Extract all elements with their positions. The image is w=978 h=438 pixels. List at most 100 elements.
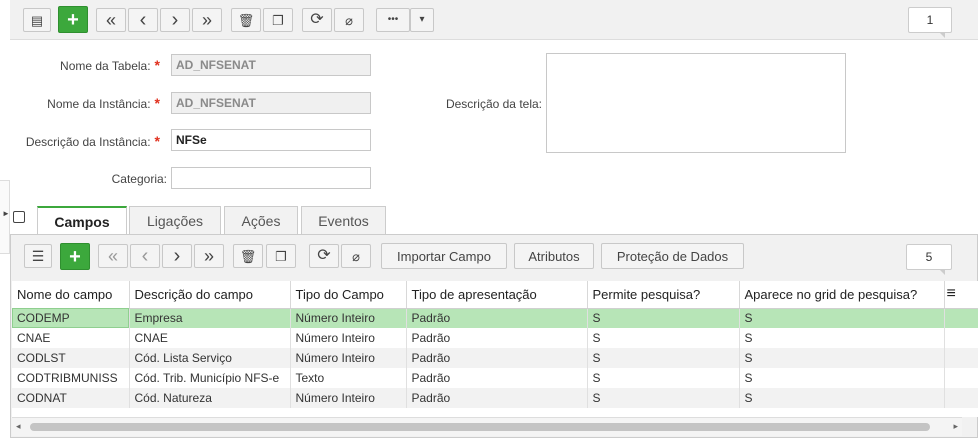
cell[interactable]: S [587,348,740,368]
table-row[interactable]: CODTRIBMUNISS Cód. Trib. Município NFS-e… [12,368,978,388]
category-field[interactable] [171,167,371,189]
delete-button[interactable]: 🗑 [231,8,261,32]
scrollbar-thumb[interactable] [30,423,930,431]
scroll-left-icon[interactable]: ◂ [16,421,21,432]
horizontal-scrollbar[interactable]: ◂ ▸ [12,417,962,436]
more-actions-dropdown[interactable]: ▾ [410,8,434,32]
screen-desc-textarea[interactable] [546,53,846,153]
cell[interactable]: CODNAT [12,388,130,408]
instance-desc-label: Descrição da Instância: * [25,133,160,149]
refresh-button[interactable]: ⟳ [302,8,332,32]
more-actions-button[interactable]: ••• [376,8,410,32]
cell[interactable]: Empresa [129,308,291,328]
cell[interactable]: S [739,348,945,368]
cell[interactable]: S [587,388,740,408]
last-record-button[interactable]: » [192,8,222,32]
trash-icon: 🗑 [239,248,257,264]
cell[interactable]: S [739,308,945,328]
column-menu-icon[interactable]: ≡ [944,281,978,309]
copy-button[interactable]: ❐ [263,8,293,32]
attach-field-button[interactable]: ⌀ [341,244,371,268]
attributes-button[interactable]: Atributos [514,243,594,269]
grid-view-button[interactable]: ▤ [23,8,51,32]
first-icon: « [107,246,118,266]
cell[interactable]: CODLST [12,348,130,368]
column-header[interactable]: Nome do campo [12,281,130,309]
attach-button[interactable]: ⌀ [334,8,364,32]
paperclip-icon: ⌀ [345,12,353,28]
table-row[interactable]: CODNAT Cód. Natureza Número Inteiro Padr… [12,388,978,408]
cell[interactable]: Número Inteiro [290,328,407,348]
column-header[interactable]: Tipo de apresentação [406,281,588,309]
cell[interactable]: CNAE [129,328,291,348]
cell[interactable]: Padrão [406,328,588,348]
cell[interactable]: Padrão [406,368,588,388]
instance-name-field[interactable]: AD_NFSENAT [171,92,371,114]
import-field-button[interactable]: Importar Campo [381,243,507,269]
next-field-button[interactable]: › [162,244,192,268]
required-mark: * [154,95,160,111]
first-field-button[interactable]: « [98,244,128,268]
cell[interactable]: CODTRIBMUNISS [12,368,130,388]
column-header[interactable]: Aparece no grid de pesquisa? [739,281,945,309]
previous-record-button[interactable]: ‹ [128,8,158,32]
table-row[interactable]: CODLST Cód. Lista Serviço Número Inteiro… [12,348,978,368]
refresh-icon: ⟳ [317,247,331,264]
previous-field-button[interactable]: ‹ [130,244,160,268]
cell[interactable]: Cód. Lista Serviço [129,348,291,368]
delete-field-button[interactable]: 🗑 [233,244,263,268]
cell[interactable]: Cód. Natureza [129,388,291,408]
required-mark: * [154,133,160,149]
cell[interactable]: S [739,328,945,348]
tab-campos[interactable]: Campos [37,206,127,235]
record-counter: 1 [908,7,952,38]
cell[interactable]: Texto [290,368,407,388]
instance-name-label: Nome da Instância: * [47,95,160,111]
column-header[interactable]: Tipo do Campo [290,281,407,309]
tab-ligacoes[interactable]: Ligações [129,206,221,234]
list-view-button[interactable]: ☰ [24,244,52,268]
cell[interactable]: S [587,328,740,348]
table-row[interactable]: CNAE CNAE Número Inteiro Padrão S S [12,328,978,348]
cell[interactable]: Número Inteiro [290,388,407,408]
table-row[interactable]: CODEMP Empresa Número Inteiro Padrão S S [12,308,978,328]
scroll-right-icon[interactable]: ▸ [953,421,958,432]
table-name-field[interactable]: AD_NFSENAT [171,54,371,76]
chevron-down-icon: ▾ [419,14,425,25]
copy-icon: ❐ [272,12,284,28]
window-icon[interactable] [13,211,25,223]
tab-eventos[interactable]: Eventos [301,206,386,234]
cell[interactable]: S [739,368,945,388]
add-field-button[interactable]: + [60,243,90,270]
expand-arrow-icon[interactable]: ► [2,209,10,218]
refresh-icon: ⟳ [310,11,324,28]
data-protection-button[interactable]: Proteção de Dados [601,243,744,269]
last-field-button[interactable]: » [194,244,224,268]
table-name-label: Nome da Tabela: * [60,57,160,73]
last-icon: » [201,10,212,30]
previous-icon: ‹ [141,245,149,267]
instance-desc-field[interactable]: NFSe [171,129,371,151]
cell[interactable]: CNAE [12,328,130,348]
refresh-fields-button[interactable]: ⟳ [309,244,339,268]
tab-acoes[interactable]: Ações [224,206,298,234]
cell[interactable]: Padrão [406,348,588,368]
cell[interactable]: Número Inteiro [290,348,407,368]
cell[interactable]: CODEMP [12,308,130,328]
cell[interactable]: Padrão [406,388,588,408]
cell[interactable]: S [587,368,740,388]
next-record-button[interactable]: › [160,8,190,32]
add-button[interactable]: + [58,6,88,33]
column-header[interactable]: Descrição do campo [129,281,291,309]
copy-field-button[interactable]: ❐ [266,244,296,268]
cell[interactable]: Número Inteiro [290,308,407,328]
cell [944,348,978,368]
cell[interactable]: S [739,388,945,408]
cell[interactable]: S [587,308,740,328]
first-icon: « [105,10,116,30]
cell[interactable]: Cód. Trib. Município NFS-e [129,368,291,388]
cell [944,308,978,328]
cell[interactable]: Padrão [406,308,588,328]
first-record-button[interactable]: « [96,8,126,32]
column-header[interactable]: Permite pesquisa? [587,281,740,309]
